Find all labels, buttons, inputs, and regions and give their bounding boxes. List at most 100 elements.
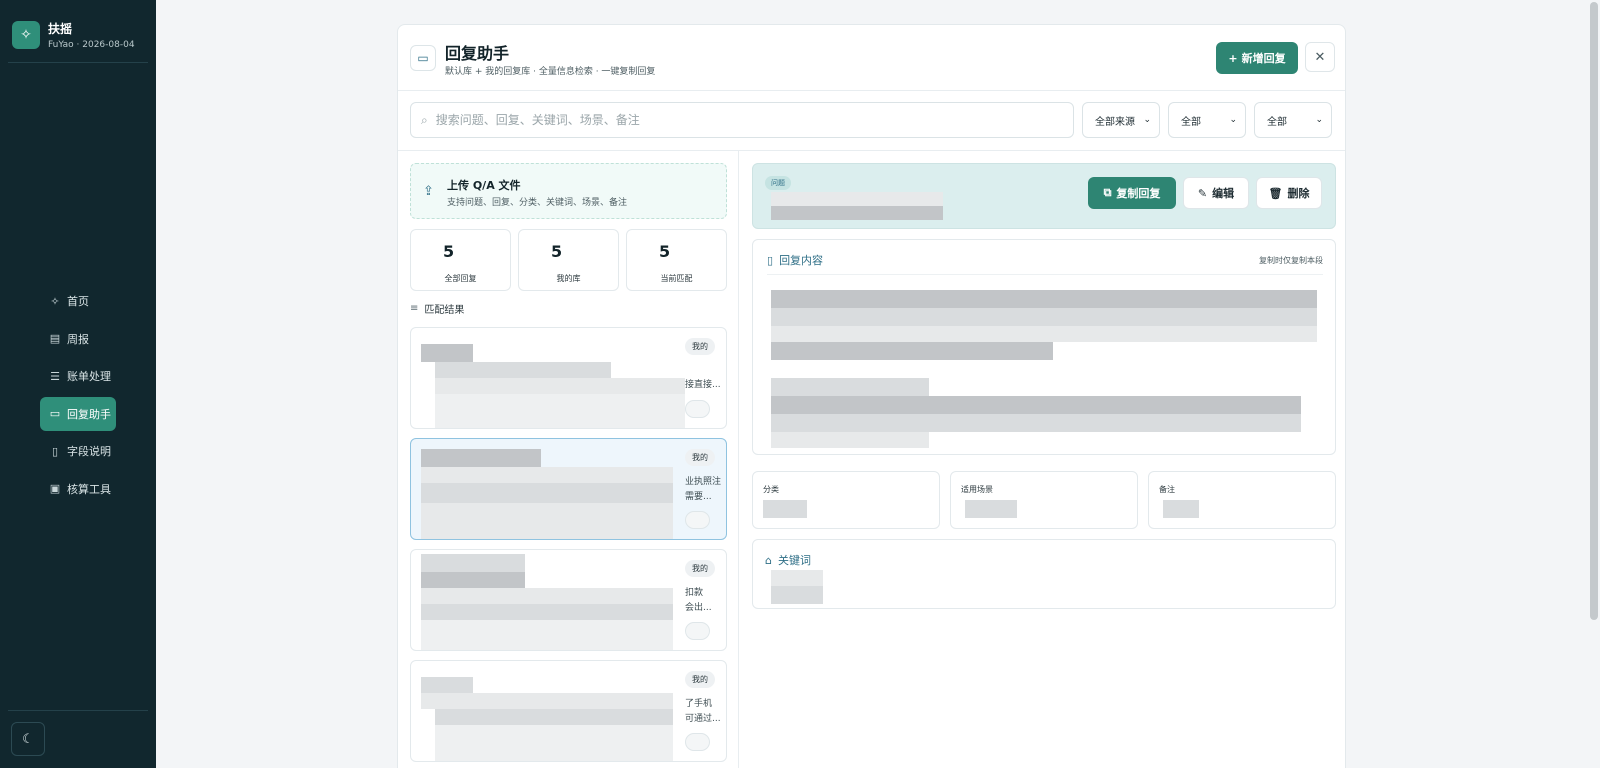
scene-field: 适用场景 [950, 471, 1138, 529]
keywords-heading-label: 关键词 [777, 554, 811, 567]
sidebar-item-weekly[interactable]: ▤ 周报 [40, 322, 140, 356]
reply-content-panel: ▯ 回复内容 复制时仅复制本段 [752, 239, 1336, 455]
redacted-title [421, 554, 525, 572]
sidebar-item-home[interactable]: ✧ 首页 [40, 284, 140, 318]
copy-reply-button[interactable]: ⧉ 复制回复 [1088, 177, 1176, 209]
search-icon: ⌕ [421, 112, 428, 127]
result-card-selected[interactable]: 我的 业执照注 需要... [410, 438, 727, 540]
redacted-reply-text [771, 326, 1317, 342]
add-reply-button[interactable]: + 新增回复 [1216, 42, 1298, 74]
redacted-text [421, 588, 673, 604]
redacted-text [421, 620, 673, 650]
result-card[interactable]: 我的 接直接... [410, 327, 727, 429]
sidebar-item-label: 周报 [67, 332, 89, 346]
chevron-down-icon: ⌄ [1229, 115, 1237, 125]
sidebar-item-reply-assistant[interactable]: ▭ 回复助手 [40, 396, 116, 431]
result-card[interactable]: 我的 扣款 会出... [410, 549, 727, 651]
redacted-value [763, 500, 807, 518]
stat-value: 5 [443, 242, 455, 261]
divider [8, 62, 148, 63]
source-filter-select[interactable]: 全部来源 ⌄ [1082, 102, 1160, 138]
stat-all-replies: 5 全部回复 [410, 229, 511, 291]
redacted-text [421, 467, 673, 483]
theme-toggle-button[interactable]: ☾ [11, 722, 45, 756]
close-button[interactable]: ✕ [1305, 42, 1335, 72]
results-heading-label: 匹配结果 [424, 305, 465, 316]
redacted-reply-text [771, 414, 1301, 432]
edit-button[interactable]: ✎ 编辑 [1183, 177, 1249, 209]
card-tag-pill [685, 511, 710, 529]
redacted-text [435, 362, 611, 378]
stat-current-matches: 5 当前匹配 [626, 229, 727, 291]
trash-icon: 🗑 [1268, 186, 1283, 200]
meta-label: 适用场景 [961, 485, 993, 494]
redacted-text [435, 394, 685, 428]
sidebar-item-label: 账单处理 [67, 370, 111, 383]
redacted-text [435, 378, 685, 394]
column-divider [738, 151, 739, 768]
upload-subtitle: 支持问题、回复、分类、关键词、场景、备注 [447, 198, 628, 208]
source-badge: 我的 [685, 560, 715, 577]
clipboard-icon: ▯ [767, 253, 774, 267]
card-snippet-line2: 需要... [685, 492, 712, 502]
redacted-text [421, 503, 673, 539]
search-input[interactable] [435, 113, 1036, 127]
sidebar-item-label: 回复助手 [67, 407, 111, 421]
card-tag-pill [685, 733, 710, 751]
sidebar-item-label: 字段说明 [67, 445, 111, 458]
chevron-down-icon: ⌄ [1143, 115, 1151, 125]
source-badge: 我的 [685, 671, 715, 688]
search-box[interactable]: ⌕ [410, 102, 1074, 138]
meta-label: 备注 [1159, 485, 1175, 494]
redacted-text [421, 483, 673, 503]
reply-assistant-panel: ▭ 回复助手 默认库 + 我的回复库 · 全量信息检索 · 一键复制回复 + 新… [397, 24, 1346, 768]
page-scrollbar-thumb[interactable] [1590, 2, 1598, 620]
category-filter-value: 全部 [1181, 116, 1201, 128]
stat-my-library: 5 我的库 [518, 229, 619, 291]
redacted-title [421, 344, 473, 362]
tag-icon: ⌂ [765, 553, 772, 567]
delete-button[interactable]: 🗑 删除 [1256, 177, 1322, 209]
scene-filter-select[interactable]: 全部 ⌄ [1254, 102, 1332, 138]
delete-label: 删除 [1287, 187, 1310, 200]
redacted-title [421, 449, 541, 467]
sidebar-item-billing[interactable]: ☰ 账单处理 [40, 359, 140, 393]
source-filter-value: 全部来源 [1095, 116, 1135, 128]
card-snippet-line2: 会出... [685, 603, 712, 613]
plus-icon: + [1228, 51, 1238, 65]
redacted-question [771, 206, 943, 220]
redacted-text [435, 725, 673, 761]
sidebar-item-field-docs[interactable]: ▯ 字段说明 [40, 434, 140, 468]
page-subtitle: 默认库 + 我的回复库 · 全量信息检索 · 一键复制回复 [445, 67, 656, 77]
stat-label: 全部回复 [444, 274, 477, 283]
sidebar-item-label: 首页 [67, 295, 89, 308]
upload-file-icon: ⇪ [423, 184, 434, 199]
copy-icon: ⧉ [1103, 186, 1112, 199]
card-tag-pill [685, 400, 710, 418]
redacted-reply-text [771, 342, 1053, 360]
category-filter-select[interactable]: 全部 ⌄ [1168, 102, 1246, 138]
stat-value: 5 [659, 242, 671, 261]
stat-label: 当前匹配 [660, 274, 693, 283]
filter-icon: ≡ [410, 303, 419, 314]
redacted-keyword [771, 586, 823, 604]
chevron-down-icon: ⌄ [1315, 115, 1323, 125]
search-bar: ⌕ 全部来源 ⌄ 全部 ⌄ 全部 ⌄ [398, 91, 1345, 151]
database-icon: ☰ [50, 369, 60, 383]
card-snippet: 接直接... [685, 380, 721, 390]
copy-reply-label: 复制回复 [1116, 187, 1161, 200]
redacted-reply-text [771, 378, 929, 396]
reply-content-heading: ▯ 回复内容 [767, 252, 823, 268]
keywords-panel: ⌂ 关键词 [752, 539, 1336, 609]
redacted-reply-text [771, 308, 1317, 326]
archive-icon: ▣ [49, 482, 61, 495]
question-panel: 问题 ⧉ 复制回复 ✎ 编辑 🗑 删除 [752, 163, 1336, 229]
add-reply-label: 新增回复 [1241, 52, 1286, 65]
redacted-reply-text [771, 432, 929, 448]
upload-qa-file-dropzone[interactable]: ⇪ 上传 Q/A 文件 支持问题、回复、分类、关键词、场景、备注 [410, 163, 727, 219]
result-card[interactable]: 我的 了手机 可通过... [410, 660, 727, 762]
card-snippet: 了手机 [685, 699, 713, 709]
sidebar-item-accounting-tools[interactable]: ▣ 核算工具 [40, 472, 140, 506]
redacted-text [421, 604, 673, 620]
redacted-question [771, 192, 943, 206]
